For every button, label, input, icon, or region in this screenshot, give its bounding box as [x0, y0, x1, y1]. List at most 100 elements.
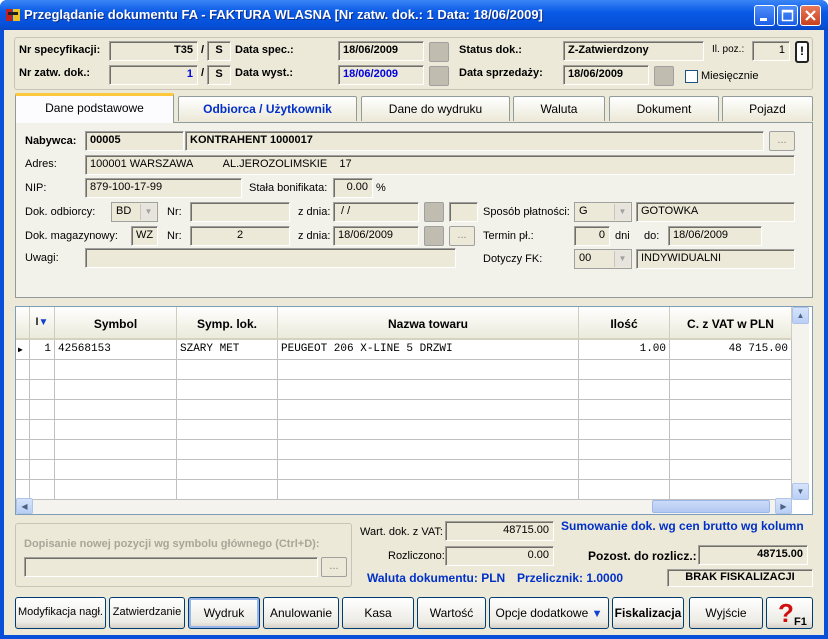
close-button[interactable]	[800, 5, 821, 26]
table-row[interactable]	[16, 460, 792, 480]
grid-cell	[579, 440, 670, 460]
nr-spec-field[interactable]: T35	[109, 41, 198, 61]
help-button[interactable]: ? F1	[766, 597, 813, 629]
horizontal-scrollbar[interactable]: ◀ ▶	[16, 498, 792, 514]
tab-waluta[interactable]: Waluta	[513, 96, 605, 121]
grid-cell	[55, 480, 177, 500]
grid-header-selector	[16, 307, 30, 340]
zdnia-odb-field: / /	[333, 202, 419, 222]
dok-odb-value: BD	[116, 205, 132, 217]
grid-cell	[579, 460, 670, 480]
data-wyst-field[interactable]: 18/06/2009	[338, 65, 424, 85]
data-spec-field[interactable]: 18/06/2009	[338, 41, 424, 61]
wydruk-button[interactable]: Wydruk	[188, 597, 260, 629]
grid-cell	[579, 420, 670, 440]
info-button[interactable]: !	[795, 41, 809, 63]
table-row[interactable]	[16, 360, 792, 380]
dok-mag-browse-button[interactable]: ...	[449, 226, 475, 246]
items-grid[interactable]: l▼ Symbol Symp. lok. Nazwa towaru Ilość …	[15, 306, 813, 515]
nr-label: Nr:	[167, 230, 182, 242]
table-row[interactable]	[16, 400, 792, 420]
chevron-down-icon[interactable]: ▼	[614, 204, 630, 220]
bonifikata-unit: %	[376, 182, 386, 194]
sort-down-icon: ▼	[38, 317, 49, 328]
scroll-down-icon[interactable]: ▼	[792, 483, 809, 500]
grid-cell	[55, 440, 177, 460]
data-sprz-field[interactable]: 18/06/2009	[563, 65, 649, 85]
tab-odbiorca[interactable]: Odbiorca / Użytkownik	[178, 96, 357, 121]
nabywca-code[interactable]: 00005	[85, 131, 184, 151]
cell-nazwa: PEUGEOT 206 X-LINE 5 DRZWI	[278, 340, 579, 360]
svg-text:?: ?	[778, 598, 794, 628]
zdnia-label: z dnia:	[298, 230, 331, 242]
wyjscie-button[interactable]: Wyjście	[689, 597, 763, 629]
grid-cell	[177, 480, 278, 500]
table-row[interactable]: ▶ 1 42568153 SZARY MET PEUGEOT 206 X-LIN…	[16, 340, 792, 360]
grid-cell	[278, 400, 579, 420]
modyfikacja-button[interactable]: Modyfikacja nagł.	[15, 597, 106, 629]
scroll-thumb[interactable]	[652, 500, 770, 513]
dok-mag-field: WZ	[131, 226, 158, 246]
scroll-right-icon[interactable]: ▶	[775, 498, 792, 514]
wart-label: Wart. dok. z VAT:	[360, 526, 443, 538]
dopisanie-input	[24, 557, 318, 577]
col-lp[interactable]: l▼	[30, 307, 55, 340]
nr-zatw-field[interactable]: 1	[109, 65, 198, 85]
wartosc-button[interactable]: Wartość	[417, 597, 486, 629]
vertical-scrollbar[interactable]: ▲ ▼	[792, 307, 809, 500]
col-symbol[interactable]: Symbol	[55, 307, 177, 340]
col-ilosc[interactable]: Ilość	[579, 307, 670, 340]
kasa-button[interactable]: Kasa	[342, 597, 414, 629]
dotyczy-combo[interactable]: 00 ▼	[574, 249, 632, 269]
chevron-down-icon[interactable]: ▼	[140, 204, 156, 220]
sposob-code: G	[579, 205, 588, 217]
anulowanie-button[interactable]: Anulowanie	[263, 597, 339, 629]
fiskalizacja-button[interactable]: Fiskalizacja	[612, 597, 684, 629]
calendar-button[interactable]	[429, 42, 449, 62]
chevron-down-icon[interactable]: ▼	[614, 251, 630, 267]
zatwierdzanie-button[interactable]: Zatwierdzanie	[109, 597, 185, 629]
grid-cell	[278, 440, 579, 460]
table-row[interactable]	[16, 380, 792, 400]
sposob-combo[interactable]: G ▼	[574, 202, 632, 222]
grid-cell	[177, 460, 278, 480]
row-pointer-icon: ▶	[16, 340, 30, 360]
grid-cell	[55, 460, 177, 480]
table-row[interactable]	[16, 480, 792, 500]
pozost-label: Pozost. do rozlicz.:	[588, 549, 697, 563]
table-row[interactable]	[16, 440, 792, 460]
tab-pojazd[interactable]: Pojazd	[722, 96, 813, 121]
title-bar[interactable]: Przeglądanie dokumentu FA - FAKTURA WLAS…	[0, 0, 828, 30]
nr-zatw-suffix[interactable]: S	[207, 65, 231, 85]
grid-cell	[670, 360, 792, 380]
svg-text:F1: F1	[794, 616, 807, 628]
scroll-left-icon[interactable]: ◀	[16, 498, 33, 514]
dok-odb-label: Dok. odbiorcy:	[25, 206, 96, 218]
calendar-button[interactable]	[429, 66, 449, 86]
grid-cell	[55, 380, 177, 400]
nabywca-browse-button[interactable]: ...	[769, 131, 795, 151]
calendar-button[interactable]	[424, 202, 444, 222]
do-label: do:	[644, 230, 660, 242]
scroll-up-icon[interactable]: ▲	[792, 307, 809, 324]
uwagi-field[interactable]	[85, 248, 456, 268]
nr-zatw-label: Nr zatw. dok.:	[19, 67, 91, 79]
calendar-button[interactable]	[654, 66, 674, 86]
miesiecznie-checkbox[interactable]	[685, 70, 698, 83]
dok-odb-combo[interactable]: BD ▼	[111, 202, 158, 222]
tab-dane-do-wydruku[interactable]: Dane do wydruku	[361, 96, 510, 121]
col-cena[interactable]: C. z VAT w PLN	[670, 307, 792, 340]
col-nazwa[interactable]: Nazwa towaru	[278, 307, 579, 340]
maximize-button[interactable]	[777, 5, 798, 26]
table-row[interactable]	[16, 420, 792, 440]
tab-dokument[interactable]: Dokument	[609, 96, 719, 121]
data-spec-label: Data spec.:	[235, 44, 294, 56]
col-symp-lok[interactable]: Symp. lok.	[177, 307, 278, 340]
data-sprz-label: Data sprzedaży:	[459, 67, 543, 79]
calendar-button[interactable]	[424, 226, 444, 246]
minimize-button[interactable]	[754, 5, 775, 26]
grid-cell	[670, 440, 792, 460]
opcje-dodatkowe-button[interactable]: Opcje dodatkowe ▼	[489, 597, 609, 629]
nr-spec-suffix[interactable]: S	[207, 41, 231, 61]
tab-dane-podstawowe[interactable]: Dane podstawowe	[15, 93, 174, 123]
